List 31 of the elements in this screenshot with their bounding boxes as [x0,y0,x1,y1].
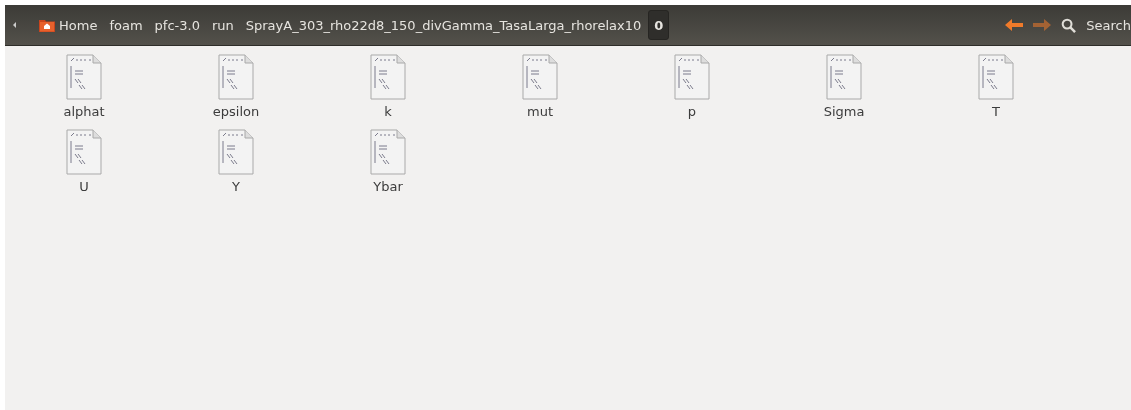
text-file-icon[interactable] [217,54,255,100]
file-name: epsilon [212,104,260,119]
text-file-icon[interactable] [65,129,103,175]
text-file-icon[interactable] [217,129,255,175]
text-file-icon[interactable] [369,54,407,100]
search-label[interactable]: Search [1086,17,1131,33]
breadcrumb-button[interactable]: 0 [648,10,670,40]
text-file-icon[interactable] [825,54,863,100]
file-name: p [687,104,697,119]
file-name: alphat [63,104,105,119]
scroll-left-icon[interactable] [13,22,16,28]
text-file-icon[interactable] [977,54,1015,100]
back-arrow-icon[interactable] [1005,18,1024,32]
text-file-icon[interactable] [673,54,711,100]
file-name: mut [527,104,553,119]
file-name: U [79,179,89,194]
text-file-icon[interactable] [521,54,559,100]
file-name: T [992,104,1000,119]
home-folder-icon [39,18,55,32]
breadcrumb-button[interactable]: SprayA_303_rho22d8_150_divGamma_TasaLarga_rhorelax10 [240,11,647,39]
breadcrumb-button[interactable]: pfc-3.0 [149,11,205,39]
file-name: k [384,104,392,119]
text-file-icon[interactable] [65,54,103,100]
file-name: Sigma [823,104,865,119]
breadcrumb-button[interactable]: run [206,11,239,39]
breadcrumb-button[interactable]: Home [34,11,103,39]
file-name: Y [232,179,240,194]
text-file-icon[interactable] [369,129,407,175]
breadcrumb-button[interactable]: foam [104,11,148,39]
search-icon[interactable] [1061,17,1077,33]
file-name: Ybar [373,179,403,194]
